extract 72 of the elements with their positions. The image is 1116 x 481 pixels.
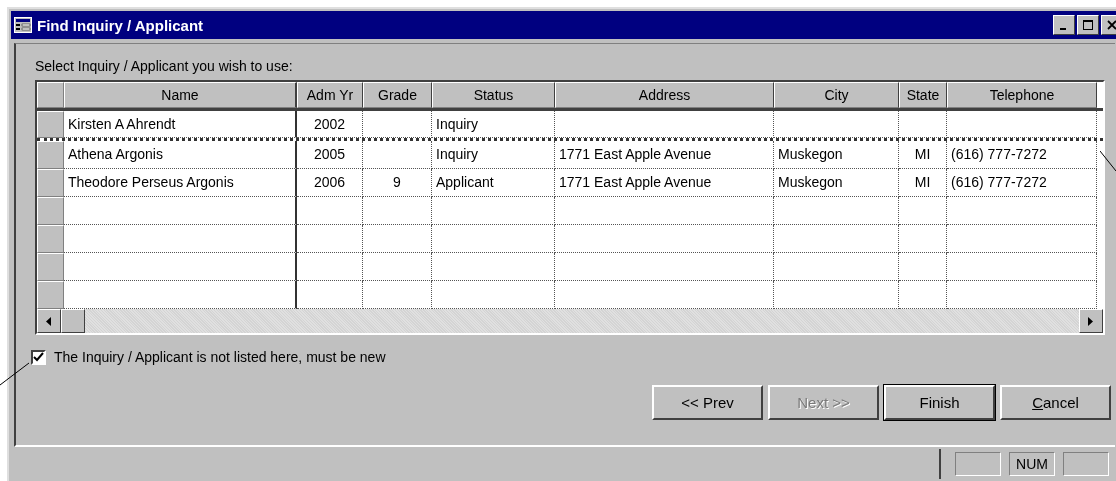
- status-panel: [1063, 452, 1109, 476]
- table-cell: Inquiry: [432, 111, 555, 138]
- maximize-icon: [1083, 20, 1093, 30]
- scroll-thumb[interactable]: [61, 309, 85, 333]
- left-arrow-icon: [46, 316, 52, 326]
- column-header[interactable]: Name: [64, 82, 297, 108]
- table-cell: (616) 777-7272: [947, 141, 1097, 169]
- status-indicator: NUM: [1009, 452, 1055, 476]
- empty-cell: [899, 111, 947, 138]
- table-cell: Muskegon: [774, 141, 899, 169]
- column-header[interactable]: Grade: [363, 82, 432, 108]
- table-cell: 2005: [297, 141, 363, 169]
- record-selector[interactable]: [37, 197, 64, 225]
- table-cell: MI: [899, 169, 947, 197]
- table-cell: Kirsten A Ahrendt: [64, 111, 297, 138]
- record-selector[interactable]: [37, 225, 64, 253]
- table-cell: 2002: [297, 111, 363, 138]
- maximize-button[interactable]: [1077, 15, 1099, 35]
- record-selector[interactable]: [37, 111, 64, 138]
- empty-cell: [363, 197, 432, 225]
- empty-cell: [899, 253, 947, 281]
- empty-cell: [297, 253, 363, 281]
- instruction-label: Select Inquiry / Applicant you wish to use:: [35, 58, 294, 76]
- table-cell: MI: [899, 141, 947, 169]
- table-row[interactable]: Athena Argonis 2005 Inquiry 1771 East Apple Avenue Muskegon MI (616) 777-7272: [37, 141, 1103, 169]
- horizontal-scrollbar[interactable]: [37, 309, 1103, 333]
- table-cell: Applicant: [432, 169, 555, 197]
- empty-cell: [899, 197, 947, 225]
- column-header[interactable]: City: [774, 82, 899, 108]
- table-cell: Athena Argonis: [64, 141, 297, 169]
- empty-cell: [297, 197, 363, 225]
- dialog-button[interactable]: Cancel: [1000, 385, 1111, 420]
- table-cell: Inquiry: [432, 141, 555, 169]
- column-header[interactable]: Adm Yr: [297, 82, 363, 108]
- scroll-left-button[interactable]: [37, 309, 61, 333]
- table-cell: Theodore Perseus Argonis: [64, 169, 297, 197]
- leader-line: [1100, 150, 1116, 172]
- minimize-icon: [1059, 28, 1066, 30]
- column-header[interactable]: Telephone: [947, 82, 1097, 108]
- table-cell: 2006: [297, 169, 363, 197]
- leader-line: [0, 362, 30, 386]
- dialog-button[interactable]: Finish: [884, 385, 995, 420]
- close-icon: [1107, 20, 1116, 30]
- status-panel: [955, 452, 1001, 476]
- table-row[interactable]: Kirsten A Ahrendt 2002 Inquiry: [37, 111, 1103, 141]
- record-selector[interactable]: [37, 169, 64, 197]
- dialog-button[interactable]: << Prev: [652, 385, 763, 420]
- column-header[interactable]: Address: [555, 82, 774, 108]
- checkbox-label: The Inquiry / Applicant is not listed here, must be new: [54, 349, 386, 365]
- table-cell: 9: [363, 169, 432, 197]
- checkbox[interactable]: [31, 349, 46, 365]
- column-header[interactable]: Status: [432, 82, 555, 108]
- empty-cell: [363, 111, 432, 138]
- form-icon: [14, 17, 32, 33]
- minimize-button[interactable]: [1053, 15, 1075, 35]
- empty-cell: [363, 253, 432, 281]
- table-cell: 1771 East Apple Avenue: [555, 141, 774, 169]
- table-cell: (616) 777-7272: [947, 169, 1097, 197]
- record-selector[interactable]: [37, 281, 64, 309]
- table-cell: Muskegon: [774, 169, 899, 197]
- column-header[interactable]: State: [899, 82, 947, 108]
- empty-cell: [363, 225, 432, 253]
- table-cell: 1771 East Apple Avenue: [555, 169, 774, 197]
- window-title: Find Inquiry / Applicant: [37, 16, 204, 34]
- table-row[interactable]: Theodore Perseus Argonis 2006 9 Applicant 1771 East Apple Avenue Muskegon MI (616) 777-7272: [37, 169, 1103, 197]
- record-selector[interactable]: [37, 141, 64, 169]
- empty-cell: [297, 225, 363, 253]
- empty-cell: [363, 141, 432, 169]
- record-selector[interactable]: [37, 253, 64, 281]
- empty-cell: [899, 225, 947, 253]
- scroll-right-button[interactable]: [1079, 309, 1103, 333]
- right-arrow-icon: [1088, 316, 1094, 326]
